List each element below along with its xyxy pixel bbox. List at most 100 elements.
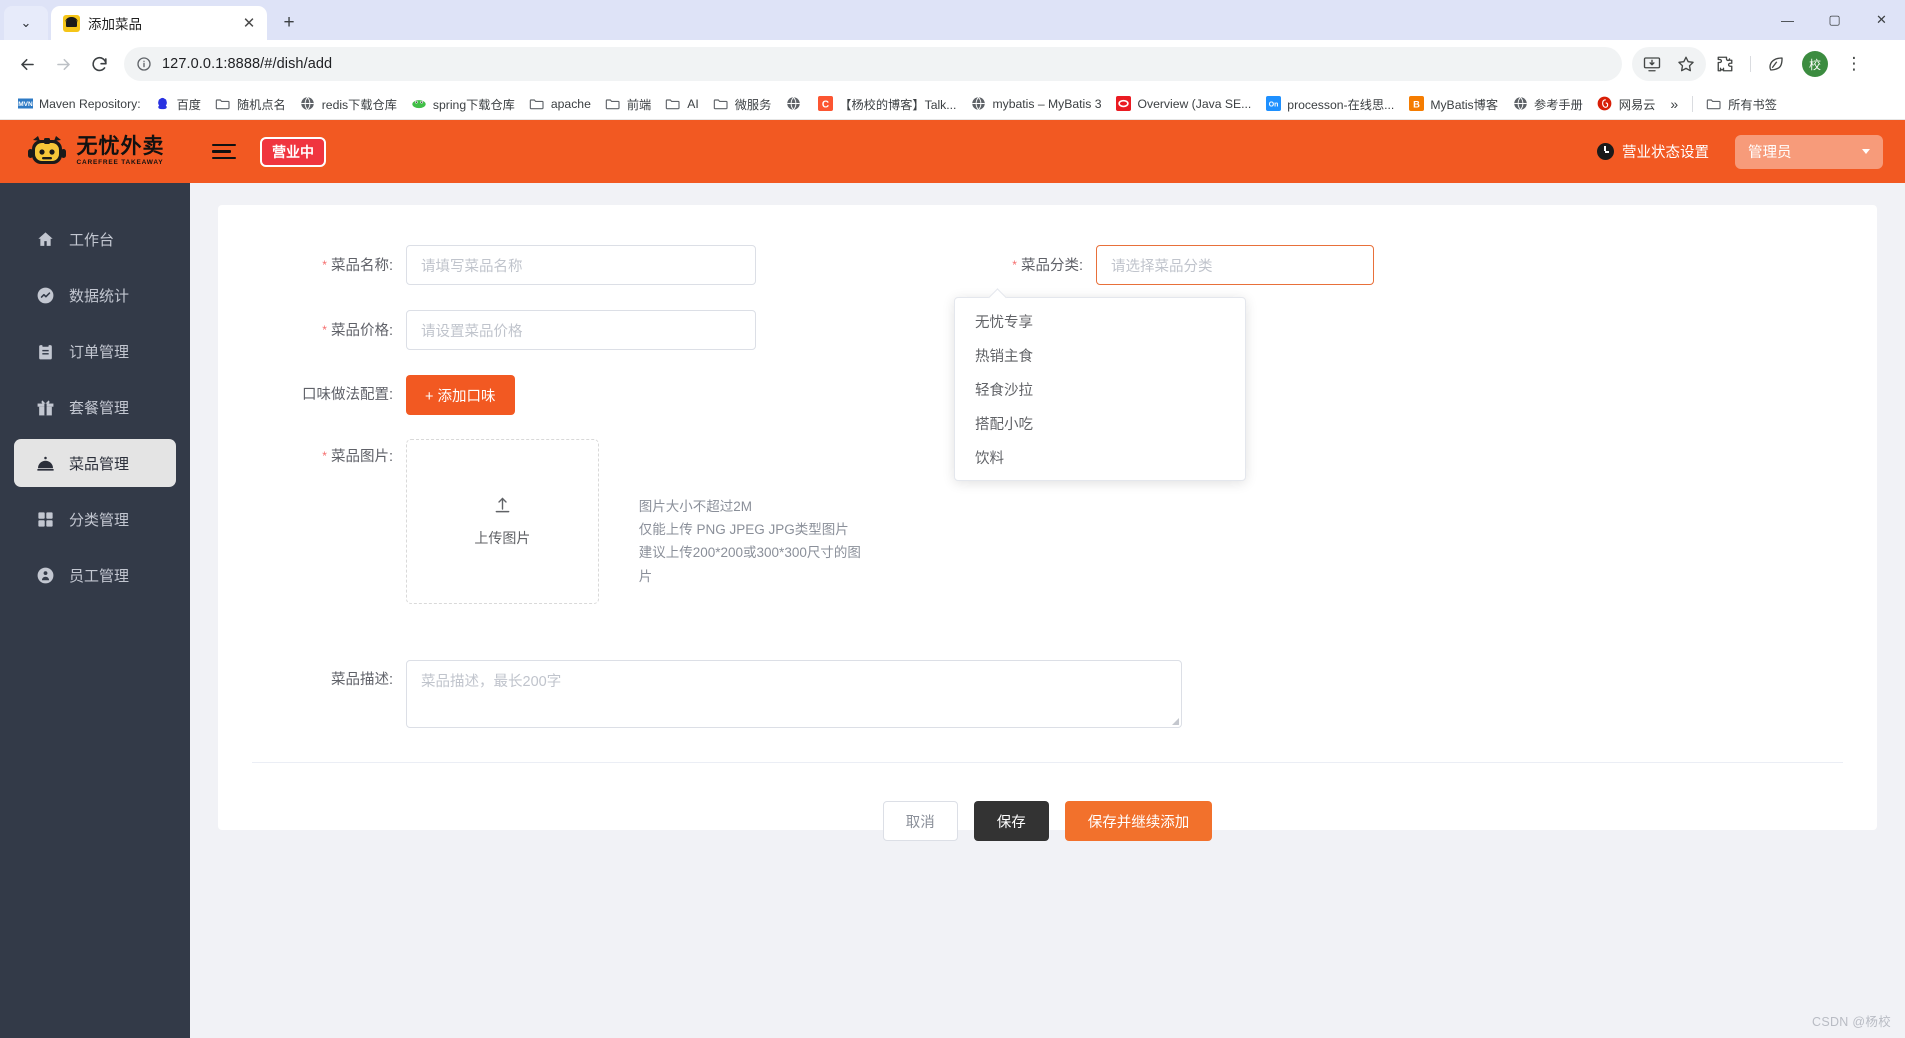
bookmark-item[interactable]: 参考手册 xyxy=(1505,91,1590,117)
add-flavor-button[interactable]: + 添加口味 xyxy=(406,375,515,415)
performance-leaf-icon[interactable] xyxy=(1759,47,1793,81)
bookmark-item[interactable]: 百度 xyxy=(148,91,208,117)
app-body: 工作台 数据统计 订单管理 套餐管理 菜品管理 分类管理 员工管理 * 菜品名称… xyxy=(0,183,1905,1038)
bookmark-item[interactable]: On processon-在线思... xyxy=(1258,91,1401,117)
bookmark-item[interactable]: C 【杨校的博客】Talk... xyxy=(810,91,963,117)
bookmark-item[interactable]: 微服务 xyxy=(706,91,779,117)
bookmark-star-icon[interactable] xyxy=(1669,47,1703,81)
hint-line: 建议上传200*200或300*300尺寸的图片 xyxy=(638,545,861,584)
hint-line: 仅能上传 PNG JPEG JPG类型图片 xyxy=(638,522,849,538)
bookmark-item[interactable]: B MyBatis博客 xyxy=(1401,91,1505,117)
window-close-button[interactable]: ✕ xyxy=(1858,0,1905,40)
save-button[interactable]: 保存 xyxy=(973,801,1049,841)
business-status-setting-button[interactable]: 营业状态设置 xyxy=(1597,141,1709,162)
dish-category-select[interactable]: 请选择菜品分类 xyxy=(1096,245,1374,285)
back-icon[interactable] xyxy=(10,47,44,81)
sidebar-item-statistics[interactable]: 数据统计 xyxy=(14,271,176,319)
site-favicon-icon xyxy=(63,14,80,32)
reload-icon[interactable] xyxy=(82,47,116,81)
logo-text: 无忧外卖 CAREFREE TAKEAWAY xyxy=(77,136,165,167)
sidebar-item-employee[interactable]: 员工管理 xyxy=(14,551,176,599)
tab-close-icon[interactable]: ✕ xyxy=(239,13,259,33)
bookmark-label: 百度 xyxy=(176,97,201,112)
clipboard-icon xyxy=(36,342,55,361)
svg-text:MVN: MVN xyxy=(18,101,33,108)
bookmark-item[interactable]: 随机点名 xyxy=(208,91,293,117)
extensions-puzzle-icon[interactable] xyxy=(1708,47,1742,81)
dropdown-option[interactable]: 热销主食 xyxy=(955,338,1245,372)
bookmarks-overflow-button[interactable]: » xyxy=(1662,92,1686,116)
blogger-icon: B xyxy=(1408,96,1424,112)
dish-name-placeholder: 请填写菜品名称 xyxy=(421,258,523,275)
clock-icon xyxy=(1597,143,1614,160)
sidebar-item-setmeal[interactable]: 套餐管理 xyxy=(14,383,176,431)
bookmark-label: spring下载仓库 xyxy=(432,97,515,112)
bookmark-label: 网易云 xyxy=(1618,97,1656,112)
field-dish-description: 菜品描述: 菜品描述，最长200字 xyxy=(218,660,1877,728)
dropdown-option[interactable]: 轻食沙拉 xyxy=(955,372,1245,406)
web-application: 无忧外卖 CAREFREE TAKEAWAY 营业中 营业状态设置 管理员 工作… xyxy=(0,120,1905,1038)
app-logo[interactable]: 无忧外卖 CAREFREE TAKEAWAY xyxy=(0,133,190,171)
cancel-button[interactable]: 取消 xyxy=(882,801,958,841)
dish-price-label: * 菜品价格: xyxy=(322,323,393,339)
bookmark-label: 参考手册 xyxy=(1534,97,1583,112)
install-icon[interactable] xyxy=(1635,47,1669,81)
sidebar-item-label: 数据统计 xyxy=(69,287,130,305)
sidebar-item-workbench[interactable]: 工作台 xyxy=(14,215,176,263)
robot-logo-icon xyxy=(26,133,68,171)
baidu-icon xyxy=(155,96,171,112)
bookmark-item[interactable]: MVN Maven Repository: xyxy=(10,92,148,116)
bookmark-item[interactable]: spring下载仓库 xyxy=(404,91,522,117)
image-upload-dropzone[interactable]: 上传图片 xyxy=(406,439,599,604)
bookmark-item[interactable]: mybatis – MyBatis 3 xyxy=(963,92,1108,116)
browser-menu-icon[interactable]: ⋮ xyxy=(1837,47,1871,81)
svg-text:C: C xyxy=(822,99,829,110)
tab-search-chevron-icon[interactable]: ⌄ xyxy=(4,6,48,40)
browser-tab[interactable]: 添加菜品 ✕ xyxy=(51,6,267,40)
bookmark-label: 【杨校的博客】Talk... xyxy=(839,97,957,112)
url-text: 127.0.0.1:8888/#/dish/add xyxy=(162,56,333,72)
sidebar-item-dish[interactable]: 菜品管理 xyxy=(14,439,176,487)
window-maximize-button[interactable]: ▢ xyxy=(1811,0,1858,40)
bookmark-label: Maven Repository: xyxy=(39,96,141,111)
all-bookmarks-label: 所有书签 xyxy=(1728,97,1777,112)
bookmark-item[interactable]: apache xyxy=(522,92,598,116)
bookmarks-bar: MVN Maven Repository: 百度 随机点名 redis下载仓库 xyxy=(0,88,1905,120)
bookmark-item[interactable]: Overview (Java SE... xyxy=(1109,92,1259,116)
profile-avatar[interactable]: 校 xyxy=(1802,51,1828,77)
save-and-continue-button[interactable]: 保存并继续添加 xyxy=(1064,801,1213,841)
role-dropdown[interactable]: 管理员 xyxy=(1735,134,1883,169)
bookmark-item[interactable]: redis下载仓库 xyxy=(293,91,404,117)
required-asterisk: * xyxy=(322,449,327,463)
forward-icon[interactable] xyxy=(46,47,80,81)
bookmark-item[interactable]: 前端 xyxy=(598,91,658,117)
globe-icon xyxy=(300,96,316,112)
dish-name-input[interactable]: 请填写菜品名称 xyxy=(406,245,756,285)
dropdown-option[interactable]: 无忧专享 xyxy=(955,304,1245,338)
bookmark-label: 前端 xyxy=(626,97,652,112)
new-tab-button[interactable]: + xyxy=(274,8,304,38)
bookmark-label: Overview (Java SE... xyxy=(1137,96,1252,111)
oracle-icon xyxy=(1116,96,1132,112)
all-bookmarks-button[interactable]: 所有书签 xyxy=(1699,91,1784,117)
bookmark-item[interactable] xyxy=(778,92,810,116)
chart-icon xyxy=(36,286,55,305)
role-label: 管理员 xyxy=(1748,145,1792,161)
mvn-icon: MVN xyxy=(17,96,33,112)
svg-text:B: B xyxy=(1413,99,1420,109)
dropdown-option[interactable]: 搭配小吃 xyxy=(955,406,1245,440)
bookmark-item[interactable]: AI xyxy=(658,92,706,116)
sidebar-item-orders[interactable]: 订单管理 xyxy=(14,327,176,375)
dish-description-textarea[interactable]: 菜品描述，最长200字 xyxy=(406,660,1182,728)
image-upload-hints: 图片大小不超过2M 仅能上传 PNG JPEG JPG类型图片 建议上传200*… xyxy=(639,439,868,588)
dropdown-option[interactable]: 饮料 xyxy=(955,440,1245,474)
processon-icon: On xyxy=(1265,96,1281,112)
address-bar[interactable]: 127.0.0.1:8888/#/dish/add xyxy=(124,47,1622,81)
dish-price-input[interactable]: 请设置菜品价格 xyxy=(406,310,756,350)
sidebar-item-category[interactable]: 分类管理 xyxy=(14,495,176,543)
window-minimize-button[interactable]: — xyxy=(1764,0,1811,40)
bookmark-item[interactable]: 网易云 xyxy=(1590,91,1663,117)
csdn-icon: C xyxy=(817,96,833,112)
bookmarks-divider xyxy=(1692,95,1694,112)
collapse-menu-icon[interactable] xyxy=(212,139,238,165)
